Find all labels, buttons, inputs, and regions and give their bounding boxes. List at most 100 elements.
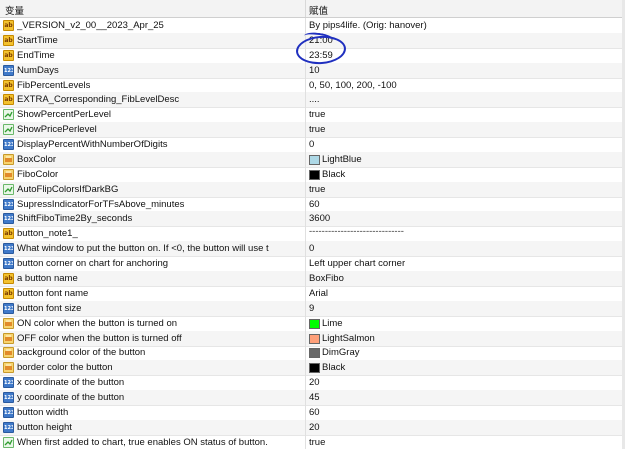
input-name: _VERSION_v2_00__2023_Apr_25: [17, 20, 164, 31]
input-value[interactable]: By pips4life. (Orig: hanover): [309, 20, 427, 31]
input-row[interactable]: 123 NumDays 10: [0, 62, 622, 79]
input-name: border color the button: [17, 362, 113, 374]
boolean-type-icon: [3, 183, 14, 195]
column-divider: [305, 196, 306, 212]
input-row[interactable]: 123 button font size 9: [0, 300, 622, 317]
column-divider: [305, 330, 306, 346]
numeric-type-icon: 123: [3, 421, 14, 433]
string-type-icon: ab: [3, 94, 14, 106]
input-value[interactable]: Arial: [309, 288, 328, 299]
input-value[interactable]: 20: [309, 377, 320, 388]
input-row[interactable]: When first added to chart, true enables …: [0, 434, 622, 449]
input-row[interactable]: OFF color when the button is turned off L…: [0, 330, 622, 347]
input-value[interactable]: DimGray: [322, 347, 359, 358]
input-name: BoxColor: [17, 153, 57, 165]
input-row[interactable]: 123 button height 20: [0, 419, 622, 436]
input-value[interactable]: 23:59: [309, 50, 333, 61]
column-divider: [305, 92, 306, 108]
input-row[interactable]: 123 DisplayPercentWithNumberOfDigits 0: [0, 137, 622, 153]
input-row[interactable]: ON color when the button is turned on Lim…: [0, 315, 622, 332]
input-row[interactable]: border color the button Black: [0, 360, 622, 377]
input-row[interactable]: FiboColor Black: [0, 166, 622, 183]
column-divider: [305, 419, 306, 435]
input-row[interactable]: ShowPercentPerLevel true: [0, 107, 622, 124]
column-header-value[interactable]: 赋值: [309, 3, 328, 17]
input-name: x coordinate of the button: [17, 377, 125, 389]
column-divider: [305, 62, 306, 78]
input-row[interactable]: 123 SupressIndicatorForTFsAbove_minutes 60: [0, 196, 622, 213]
column-divider: [305, 300, 306, 316]
input-row[interactable]: 123 button width 60: [0, 404, 622, 421]
input-value[interactable]: 3600: [309, 213, 330, 224]
column-divider: [305, 47, 306, 63]
color-swatch[interactable]: [309, 363, 320, 374]
input-row[interactable]: ab a button name BoxFibo: [0, 271, 622, 287]
input-row[interactable]: ShowPricePerlevel true: [0, 122, 622, 139]
input-value[interactable]: 0: [309, 243, 314, 254]
input-name: EXTRA_Corresponding_FibLevelDesc: [17, 94, 180, 106]
color-type-icon: [3, 153, 14, 165]
column-divider: [305, 375, 306, 391]
input-name: button_note1_: [17, 228, 78, 240]
string-type-icon: ab: [3, 20, 14, 31]
input-value[interactable]: ....: [309, 94, 320, 105]
color-swatch[interactable]: [309, 348, 320, 359]
input-name: NumDays: [17, 64, 59, 76]
column-divider: [305, 285, 306, 301]
input-value[interactable]: BoxFibo: [309, 273, 344, 284]
input-row[interactable]: ab EndTime 23:59: [0, 47, 622, 64]
numeric-type-icon: 123: [3, 243, 14, 255]
column-divider: [305, 18, 306, 33]
input-name: DisplayPercentWithNumberOfDigits: [17, 139, 168, 150]
input-value[interactable]: 10: [309, 65, 320, 76]
numeric-type-icon: 123: [3, 406, 14, 418]
input-value[interactable]: 21:00: [309, 35, 333, 46]
input-value[interactable]: 0, 50, 100, 200, -100: [309, 80, 397, 91]
input-value[interactable]: LightSalmon: [322, 333, 375, 344]
input-value[interactable]: Black: [322, 362, 345, 373]
input-value[interactable]: Black: [322, 169, 345, 180]
input-value[interactable]: 0: [309, 139, 314, 150]
input-row[interactable]: AutoFlipColorsIfDarkBG true: [0, 181, 622, 198]
input-row[interactable]: background color of the button DimGray: [0, 345, 622, 362]
column-divider: [305, 122, 306, 138]
input-value[interactable]: 9: [309, 303, 314, 314]
input-row[interactable]: BoxColor LightBlue: [0, 151, 622, 168]
input-value[interactable]: LightBlue: [322, 154, 362, 165]
input-value[interactable]: true: [309, 184, 325, 195]
color-swatch[interactable]: [309, 318, 320, 329]
column-divider: [305, 345, 306, 361]
input-row[interactable]: ab StartTime 21:00: [0, 32, 622, 49]
input-row[interactable]: ab _VERSION_v2_00__2023_Apr_25 By pips4lif…: [0, 18, 622, 34]
input-row[interactable]: ab EXTRA_Corresponding_FibLevelDesc....: [0, 92, 622, 109]
input-value[interactable]: true: [309, 109, 325, 120]
input-row[interactable]: 123 y coordinate of the button 45: [0, 390, 622, 406]
input-row[interactable]: ab button_note1_ -------------------------…: [0, 226, 622, 243]
input-row[interactable]: 123 button corner on chart for anchoring L…: [0, 256, 622, 273]
numeric-type-icon: 123: [3, 377, 14, 389]
inputs-grid: 变量 赋值 ab _VERSION_v2_00__2023_Apr_25 By pi…: [0, 0, 622, 449]
input-name: ShowPercentPerLevel: [17, 109, 111, 121]
color-swatch[interactable]: [309, 154, 320, 165]
column-divider: [305, 256, 306, 272]
input-row[interactable]: 123 ShiftFiboTime2By_seconds 3600: [0, 211, 622, 228]
input-row[interactable]: ab button font name Arial: [0, 285, 622, 302]
input-value[interactable]: ------------------------------: [309, 226, 404, 237]
input-value[interactable]: Lime: [322, 318, 343, 329]
input-value[interactable]: 45: [309, 392, 320, 403]
input-value[interactable]: true: [309, 124, 325, 135]
input-value[interactable]: 20: [309, 422, 320, 433]
input-value[interactable]: 60: [309, 199, 320, 210]
string-type-icon: ab: [3, 79, 14, 91]
color-swatch[interactable]: [309, 333, 320, 344]
column-divider: [305, 226, 306, 242]
input-row[interactable]: 123 x coordinate of the button 20: [0, 375, 622, 392]
input-row[interactable]: 123 What window to put the button on. If …: [0, 241, 622, 258]
column-divider[interactable]: [305, 0, 306, 17]
input-value[interactable]: Left upper chart corner: [309, 258, 405, 269]
color-swatch[interactable]: [309, 169, 320, 180]
input-value[interactable]: 60: [309, 407, 320, 418]
input-row[interactable]: ab FibPercentLevels 0, 50, 100, 200, -100: [0, 77, 622, 94]
input-value[interactable]: true: [309, 437, 325, 448]
column-header-variable[interactable]: 变量: [5, 3, 24, 17]
